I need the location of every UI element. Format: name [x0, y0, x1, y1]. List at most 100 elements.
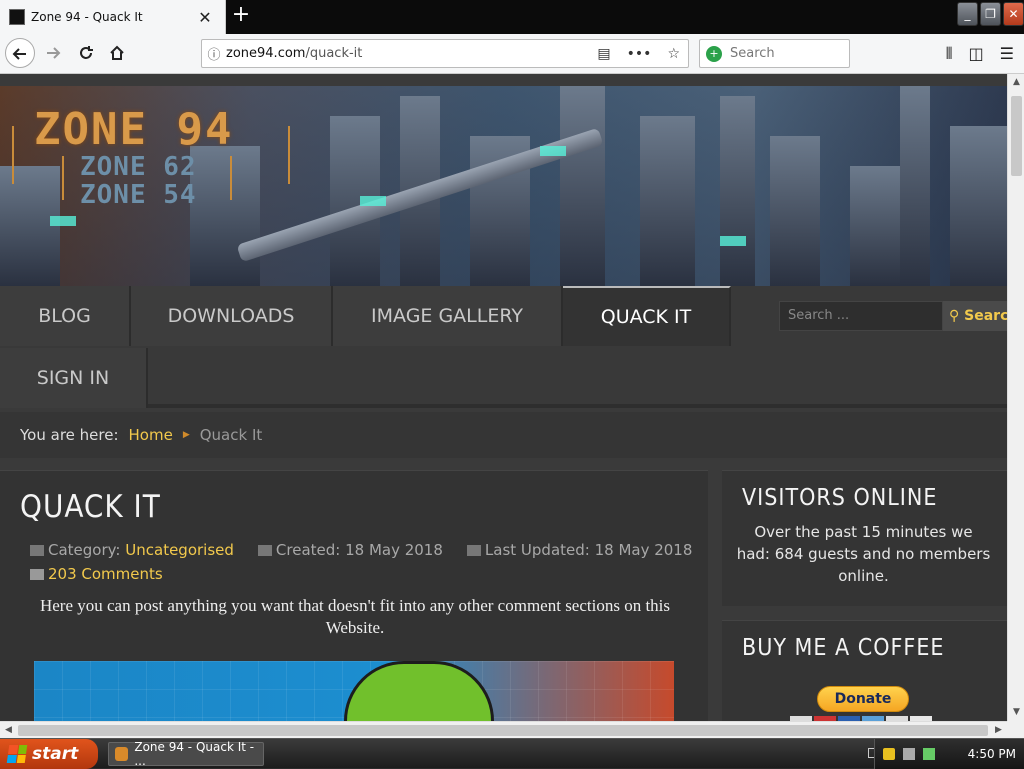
coffee-title: BUY ME A COFFEE: [742, 635, 945, 661]
network-icon[interactable]: [903, 748, 915, 760]
menu-item-quack-it[interactable]: QUACK IT: [563, 286, 731, 346]
url-bar[interactable]: ⓘ zone94.com/quack-it ▤ ••• ☆: [201, 39, 689, 68]
menu-hamburger-icon[interactable]: ☰: [1000, 44, 1014, 64]
buy-coffee-module: BUY ME A COFFEE Donate: [722, 620, 1007, 721]
browser-nav-bar: ⓘ zone94.com/quack-it ▤ ••• ☆ + Search ⫴…: [0, 34, 1024, 74]
banner-building: [640, 116, 695, 286]
home-button[interactable]: [102, 38, 132, 68]
visitors-text: Over the past 15 minutes we had: 684 gue…: [736, 523, 991, 585]
banner-building: [720, 96, 755, 286]
browser-tab-bar: Zone 94 - Quack It ✕ + _ ❐ ✕: [0, 0, 1024, 34]
banner-building: [900, 86, 930, 286]
minimize-button[interactable]: _: [957, 2, 978, 26]
back-button[interactable]: [5, 38, 35, 68]
browser-search-input[interactable]: Search: [730, 46, 775, 61]
volume-icon[interactable]: [923, 748, 935, 760]
vertical-scroll-thumb[interactable]: [1011, 96, 1022, 176]
visitors-title: VISITORS ONLINE: [742, 485, 938, 511]
taskbar-window-label: Zone 94 - Quack It - ...: [134, 740, 255, 768]
taskbar-firefox-window[interactable]: Zone 94 - Quack It - ...: [108, 740, 264, 768]
banner-neon-sign: [50, 216, 76, 226]
reader-view-icon[interactable]: ▤: [597, 46, 610, 62]
vertical-scrollbar[interactable]: ▲ ▼: [1007, 74, 1024, 721]
info-icon[interactable]: ⓘ: [202, 44, 226, 63]
category-link[interactable]: Uncategorised: [125, 541, 234, 559]
breadcrumb-current: Quack It: [199, 426, 263, 444]
tab-title: Zone 94 - Quack It: [31, 10, 143, 24]
tab-close-icon[interactable]: ✕: [197, 8, 213, 27]
donate-button[interactable]: Donate: [817, 686, 909, 712]
horizontal-scroll-thumb[interactable]: [18, 725, 988, 736]
calendar-icon: [466, 545, 481, 556]
site-banner: ZONE 94 ZONE 62 ZONE 54: [0, 86, 1007, 286]
sidebar-icon[interactable]: ◫: [969, 44, 984, 64]
restore-button[interactable]: ❐: [980, 2, 1001, 26]
meta-created: Created: 18 May 2018: [257, 541, 443, 559]
logo-subtitle-2: ZONE 54: [80, 180, 197, 210]
close-window-button[interactable]: ✕: [1003, 2, 1024, 26]
new-tab-button[interactable]: +: [230, 4, 252, 27]
logo-subtitle-1: ZONE 62: [80, 152, 197, 182]
banner-neon-sign: [540, 146, 566, 156]
browser-tab-active[interactable]: Zone 94 - Quack It ✕: [0, 0, 226, 34]
library-icon[interactable]: ⫴: [946, 44, 953, 64]
clock[interactable]: 4:50 PM: [968, 747, 1016, 761]
start-button[interactable]: start: [0, 739, 98, 769]
scroll-left-icon[interactable]: ◀: [0, 722, 17, 739]
horizontal-scrollbar[interactable]: ◀ ▶: [0, 721, 1007, 738]
scroll-right-icon[interactable]: ▶: [990, 722, 1007, 739]
security-shield-icon[interactable]: [883, 748, 895, 760]
menu-item-blog[interactable]: BLOG: [0, 286, 131, 346]
article-meta: Category: Uncategorised Created: 18 May …: [30, 541, 692, 559]
banner-building: [950, 126, 1007, 286]
folder-icon: [30, 545, 44, 556]
windows-logo-icon: [6, 745, 28, 763]
comment-icon: [30, 569, 44, 580]
menu-item-image-gallery[interactable]: IMAGE GALLERY: [333, 286, 563, 346]
os-taskbar: start Zone 94 - Quack It - ... 4:50 PM: [0, 738, 1024, 769]
breadcrumb-label: You are here:: [20, 426, 119, 444]
arrow-right-icon: [47, 47, 61, 59]
page-actions-icon[interactable]: •••: [627, 46, 652, 62]
forward-button[interactable]: [38, 38, 68, 68]
url-text[interactable]: zone94.com/quack-it: [226, 46, 597, 61]
category-label: Category:: [48, 541, 121, 559]
reload-button[interactable]: [71, 38, 101, 68]
breadcrumb: You are here: Home ▶ Quack It: [0, 412, 1007, 458]
main-menu: BLOG DOWNLOADS IMAGE GALLERY QUACK IT SI…: [0, 286, 1007, 408]
url-actions: ▤ ••• ☆: [597, 46, 688, 62]
site-search-button[interactable]: ⚲ Search: [943, 301, 1007, 331]
breadcrumb-home-link[interactable]: Home: [129, 426, 173, 444]
comments-link[interactable]: 203 Comments: [30, 565, 163, 583]
site-favicon-icon: [9, 9, 25, 25]
menu-item-sign-in[interactable]: SIGN IN: [0, 348, 148, 408]
browser-search-bar[interactable]: + Search: [699, 39, 850, 68]
url-path: /quack-it: [305, 46, 363, 61]
firefox-icon: [115, 747, 129, 761]
site-logo[interactable]: ZONE 94: [34, 104, 233, 155]
article-intro: Here you can post anything you want that…: [39, 596, 671, 637]
system-tray: 4:50 PM: [874, 739, 1024, 769]
magnifier-icon: ⚲: [949, 308, 960, 324]
meta-updated: Last Updated: 18 May 2018: [466, 541, 693, 559]
calendar-icon: [257, 545, 272, 556]
banner-building: [770, 136, 820, 286]
menu-item-downloads[interactable]: DOWNLOADS: [131, 286, 333, 346]
banner-neon-sign: [720, 236, 746, 246]
visitors-online-module: VISITORS ONLINE Over the past 15 minutes…: [722, 470, 1007, 606]
banner-neon-sign: [360, 196, 386, 206]
scroll-down-icon[interactable]: ▼: [1008, 704, 1024, 721]
meta-category: Category: Uncategorised: [30, 541, 234, 559]
toolbar-icons: ⫴ ◫ ☰: [946, 44, 1014, 64]
created-date: Created: 18 May 2018: [275, 541, 443, 559]
bookmark-star-icon[interactable]: ☆: [667, 46, 680, 62]
arrow-left-icon: [12, 48, 26, 60]
page-viewport: ZONE 94 ZONE 62 ZONE 54 BLOG DOWNLOADS I…: [0, 74, 1007, 721]
updated-date: Last Updated: 18 May 2018: [484, 541, 693, 559]
site-search-input[interactable]: Search ...: [779, 301, 943, 331]
scroll-corner: [1007, 721, 1024, 738]
scroll-up-icon[interactable]: ▲: [1008, 74, 1024, 91]
reload-icon: [80, 46, 93, 59]
banner-building: [560, 86, 605, 286]
article: QUACK IT Category: Uncategorised Created…: [0, 470, 708, 721]
